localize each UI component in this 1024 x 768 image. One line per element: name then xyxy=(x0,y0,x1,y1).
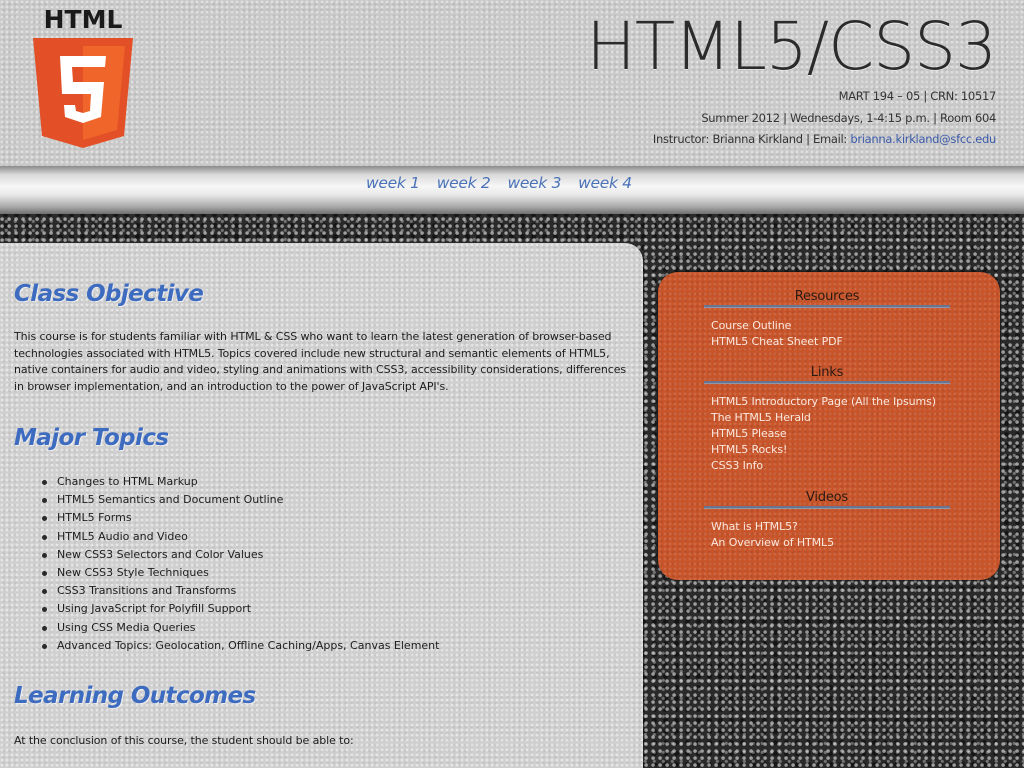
course-schedule: Summer 2012 | Wednesdays, 1-4:15 p.m. | … xyxy=(701,110,996,125)
major-topics-list: Changes to HTML Markup HTML5 Semantics a… xyxy=(14,473,629,655)
learning-outcomes-intro: At the conclusion of this course, the st… xyxy=(14,734,354,748)
learning-outcomes-heading: Learning Outcomes xyxy=(14,683,256,710)
nav-week-2[interactable]: week 2 xyxy=(437,174,491,192)
topic-item: Advanced Topics: Geolocation, Offline Ca… xyxy=(42,637,629,655)
link-html5-intro[interactable]: HTML5 Introductory Page (All the Ipsums) xyxy=(711,395,936,408)
link-html5-herald[interactable]: The HTML5 Herald xyxy=(711,411,811,424)
videos-divider xyxy=(704,506,950,509)
course-number: MART 194 – 05 | CRN: 10517 xyxy=(838,89,997,103)
video-link-overview-html5[interactable]: An Overview of HTML5 xyxy=(711,536,834,549)
videos-heading: Videos xyxy=(806,490,848,505)
link-css3-info[interactable]: CSS3 Info xyxy=(711,459,763,472)
instructor-email-link[interactable]: brianna.kirkland@sfcc.edu xyxy=(850,132,996,146)
resource-link-cheat-sheet[interactable]: HTML5 Cheat Sheet PDF xyxy=(711,335,843,348)
nav-week-3[interactable]: week 3 xyxy=(507,174,561,192)
topic-item: Changes to HTML Markup xyxy=(42,473,629,491)
topic-item: HTML5 Forms xyxy=(42,509,629,527)
topic-item: HTML5 Semantics and Document Outline xyxy=(42,491,629,509)
sidebar: Resources Course Outline HTML5 Cheat She… xyxy=(658,272,1000,580)
video-link-what-is-html5[interactable]: What is HTML5? xyxy=(711,520,798,533)
instructor-label: Instructor: Brianna Kirkland | Email: xyxy=(652,132,851,146)
class-objective-text: This course is for students familiar wit… xyxy=(14,330,626,393)
topic-item: New CSS3 Style Techniques xyxy=(42,564,629,582)
header: HTML HTML5/CSS3 MART 194 – 05 | CRN: 105… xyxy=(0,0,1024,168)
topic-item: New CSS3 Selectors and Color Values xyxy=(42,546,629,564)
links-heading: Links xyxy=(810,365,844,380)
topic-item: Using JavaScript for Polyfill Support xyxy=(42,600,629,618)
major-topics-heading: Major Topics xyxy=(14,425,169,451)
site-title: HTML5/CSS3 xyxy=(586,8,997,85)
links-divider xyxy=(704,381,950,384)
nav-week-4[interactable]: week 4 xyxy=(578,174,632,192)
resource-link-course-outline[interactable]: Course Outline xyxy=(711,319,791,332)
topic-item: HTML5 Audio and Video xyxy=(42,528,629,546)
instructor-line: Instructor: Brianna Kirkland | Email: br… xyxy=(496,129,996,151)
resources-heading: Resources xyxy=(794,289,860,304)
class-objective-heading: Class Objective xyxy=(14,281,204,307)
link-html5-rocks[interactable]: HTML5 Rocks! xyxy=(711,443,787,456)
topic-item: Using CSS Media Queries xyxy=(42,619,629,637)
nav-bar: week 1 week 2 week 3 week 4 xyxy=(0,166,1024,214)
course-info: MART 194 – 05 | CRN: 10517 Summer 2012 |… xyxy=(496,86,996,151)
topic-item: CSS3 Transitions and Transforms xyxy=(42,582,629,600)
logo-text: HTML xyxy=(44,5,123,34)
main-content: Class Objective This course is for stude… xyxy=(0,243,643,768)
nav-links: week 1 week 2 week 3 week 4 xyxy=(366,174,632,192)
link-html5-please[interactable]: HTML5 Please xyxy=(711,427,787,440)
resources-divider xyxy=(704,305,950,308)
nav-week-1[interactable]: week 1 xyxy=(366,174,420,192)
html5-logo: HTML xyxy=(33,5,133,148)
